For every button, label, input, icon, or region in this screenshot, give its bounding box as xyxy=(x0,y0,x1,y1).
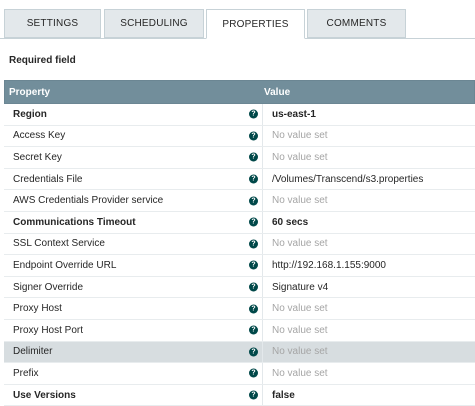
tab-scheduling[interactable]: SCHEDULING xyxy=(104,9,204,38)
property-column-header[interactable]: Property xyxy=(5,87,260,98)
property-name-cell: Proxy Host? xyxy=(4,298,262,319)
property-name-cell: AWS Credentials Provider service? xyxy=(4,190,262,211)
property-name: Delimiter xyxy=(13,346,53,358)
property-value[interactable]: No value set xyxy=(262,363,475,384)
property-name-cell: Access Key? xyxy=(4,126,262,147)
help-icon[interactable]: ? xyxy=(249,131,258,141)
table-row[interactable]: Endpoint Override URL? http://192.168.1.1… xyxy=(4,255,475,277)
property-value[interactable]: No value set xyxy=(262,190,475,211)
property-value[interactable]: 60 secs xyxy=(262,211,475,233)
property-name: Proxy Host Port xyxy=(13,324,84,336)
property-name-cell: Use Versions? xyxy=(4,385,262,406)
help-icon[interactable]: ? xyxy=(249,347,258,357)
tab-comments[interactable]: COMMENTS xyxy=(307,9,406,38)
property-name-cell: Region? xyxy=(4,104,262,125)
tab-properties[interactable]: PROPERTIES xyxy=(206,9,305,39)
property-name: Endpoint Override URL xyxy=(13,259,117,271)
property-value[interactable]: No value set xyxy=(262,319,475,341)
table-row[interactable]: Use Versions? false xyxy=(4,384,475,406)
table-row[interactable]: Region? us-east-1 xyxy=(4,104,475,126)
property-name: Access Key xyxy=(13,130,66,142)
property-name-cell: Proxy Host Port? xyxy=(4,320,262,341)
property-name: Credentials File xyxy=(13,173,83,185)
property-name: Use Versions xyxy=(13,389,76,401)
property-value[interactable]: No value set xyxy=(262,147,475,168)
property-name: Communications Timeout xyxy=(13,216,136,228)
table-row[interactable]: SSL Context Service? No value set xyxy=(4,233,475,256)
property-name: Signer Override xyxy=(13,281,84,293)
table-body: Region? us-east-1 Access Key? No value set S… xyxy=(4,104,475,406)
property-name: Proxy Host xyxy=(13,303,62,315)
help-icon[interactable]: ? xyxy=(249,152,258,162)
required-field-label: Required field xyxy=(9,55,76,66)
help-icon[interactable]: ? xyxy=(249,174,258,184)
help-icon[interactable]: ? xyxy=(249,196,258,206)
property-name-cell: Endpoint Override URL? xyxy=(4,255,262,276)
help-icon[interactable]: ? xyxy=(249,325,258,335)
help-icon[interactable]: ? xyxy=(249,368,258,378)
table-row[interactable]: Proxy Host Port? No value set xyxy=(4,319,475,342)
property-value[interactable]: No value set xyxy=(262,125,475,147)
property-name: Secret Key xyxy=(13,151,62,163)
property-value[interactable]: false xyxy=(262,384,475,406)
help-icon[interactable]: ? xyxy=(249,282,258,292)
table-row[interactable]: Credentials File?/Volumes/Transcend/s3.p… xyxy=(4,168,475,191)
property-name: Region xyxy=(13,108,47,120)
table-row[interactable]: Communications Timeout? 60 secs xyxy=(4,211,475,234)
table-row[interactable]: AWS Credentials Provider service? No valu… xyxy=(4,190,475,212)
table-row[interactable]: Secret Key? No value set xyxy=(4,147,475,169)
tab-bar: SETTINGS SCHEDULING PROPERTIES COMMENTS xyxy=(0,0,475,40)
property-value[interactable]: Signature v4 xyxy=(262,276,475,298)
value-column-header[interactable]: Value xyxy=(260,87,474,98)
help-icon[interactable]: ? xyxy=(249,109,258,119)
property-value[interactable]: No value set xyxy=(262,233,475,255)
help-icon[interactable]: ? xyxy=(249,304,258,314)
property-value[interactable]: /Volumes/Transcend/s3.properties xyxy=(262,168,475,190)
property-name-cell: Credentials File? xyxy=(4,169,262,190)
help-icon[interactable]: ? xyxy=(249,239,258,249)
help-icon[interactable]: ? xyxy=(249,260,258,270)
property-name: AWS Credentials Provider service xyxy=(13,195,164,207)
property-value[interactable]: http://192.168.1.155:9000 xyxy=(262,255,475,276)
property-name: SSL Context Service xyxy=(13,238,105,250)
property-name-cell: Signer Override? xyxy=(4,277,262,298)
property-name-cell: Delimiter? xyxy=(4,342,262,363)
property-name-cell: Secret Key? xyxy=(4,147,262,168)
property-name-cell: Prefix? xyxy=(4,363,262,384)
table-row[interactable]: Prefix? No value set xyxy=(4,363,475,385)
property-value[interactable]: No value set xyxy=(262,341,475,363)
table-row[interactable]: Signer Override? Signature v4 xyxy=(4,276,475,299)
help-icon[interactable]: ? xyxy=(249,390,258,400)
table-row[interactable]: Proxy Host? No value set xyxy=(4,298,475,320)
property-name: Prefix xyxy=(13,367,39,379)
table-row[interactable]: Delimiter? No value set xyxy=(4,341,475,364)
property-value[interactable]: us-east-1 xyxy=(262,104,475,125)
table-header: Property Value xyxy=(4,80,475,104)
tab-settings[interactable]: SETTINGS xyxy=(4,9,101,38)
property-value[interactable]: No value set xyxy=(262,298,475,319)
properties-table: Property Value Region? us-east-1 Access Ke… xyxy=(4,80,475,406)
property-name-cell: SSL Context Service? xyxy=(4,234,262,255)
table-row[interactable]: Access Key? No value set xyxy=(4,125,475,148)
property-name-cell: Communications Timeout? xyxy=(4,212,262,233)
help-icon[interactable]: ? xyxy=(249,217,258,227)
